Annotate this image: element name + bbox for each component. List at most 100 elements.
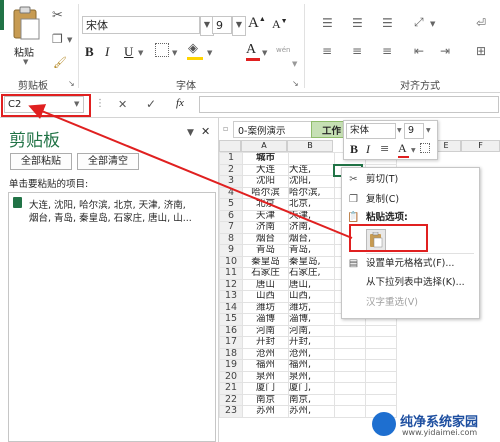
cell-b[interactable]: 山西, (288, 290, 335, 303)
cell-b[interactable]: 秦皇岛, (288, 255, 335, 268)
decrease-indent-icon[interactable]: ⇤ (414, 44, 424, 58)
cell[interactable] (365, 324, 397, 337)
menu-item-format-cells[interactable]: ▤ 设置单元格格式(F)... (342, 256, 479, 272)
cell-b[interactable]: 潍坊, (288, 301, 335, 314)
paste-button[interactable]: 粘贴 ▼ (8, 6, 44, 66)
row-header[interactable]: 21 (219, 382, 243, 395)
cell-b[interactable]: 北京, (288, 198, 335, 211)
phonetic-dropdown-icon[interactable]: ▼ (292, 60, 297, 68)
cell-b[interactable]: 石家庄, (288, 267, 335, 280)
borders-dropdown-icon[interactable]: ▼ (172, 49, 177, 57)
mini-font-box[interactable]: 宋体 (346, 123, 396, 139)
cell-b[interactable]: 河南, (288, 324, 335, 337)
cell[interactable] (365, 336, 397, 349)
align-center-icon[interactable]: ≡ (352, 44, 362, 58)
cell[interactable] (334, 324, 366, 337)
cell-a[interactable]: 烟台 (242, 232, 289, 245)
cell-a[interactable]: 河南 (242, 324, 289, 337)
cell-a[interactable]: 天津 (242, 209, 289, 222)
column-header-b[interactable]: B (287, 140, 333, 152)
align-bottom-icon[interactable]: ☰ (382, 16, 393, 30)
clipboard-item[interactable]: 大连, 沈阳, 哈尔滨, 北京, 天津, 济南, 烟台, 青岛, 秦皇岛, 石家… (8, 192, 216, 442)
cell-b[interactable]: 厦门, (288, 382, 335, 395)
cell[interactable] (334, 370, 366, 383)
enter-entry-icon[interactable]: ✓ (146, 97, 156, 111)
cell[interactable] (365, 370, 397, 383)
cell-b[interactable]: 济南, (288, 221, 335, 234)
menu-item-copy[interactable]: ❐ 复制(C) (342, 192, 479, 208)
mini-size-dropdown-icon[interactable]: ▼ (426, 127, 431, 134)
row-header[interactable]: 2 (219, 163, 243, 176)
cut-icon[interactable]: ✂ (52, 8, 63, 23)
cell-a[interactable]: 青岛 (242, 244, 289, 257)
cell-b[interactable]: 泉州, (288, 370, 335, 383)
cell-a[interactable]: 哈尔滨 (242, 186, 289, 199)
cell[interactable] (334, 359, 366, 372)
mini-font-color-dropdown-icon[interactable]: ▼ (411, 147, 416, 154)
row-header[interactable]: 22 (219, 393, 243, 406)
cell[interactable] (334, 347, 366, 360)
formula-input[interactable] (199, 96, 499, 113)
cell[interactable] (365, 382, 397, 395)
row-header[interactable]: 15 (219, 313, 243, 326)
cell-a[interactable]: 山西 (242, 290, 289, 303)
cell-a[interactable]: 唐山 (242, 278, 289, 291)
font-color-dropdown-icon[interactable]: ▼ (262, 49, 267, 57)
row-header[interactable]: 23 (219, 405, 243, 418)
row-header[interactable]: 9 (219, 244, 243, 257)
font-color-button[interactable]: A (246, 42, 260, 61)
row-header[interactable]: 13 (219, 290, 243, 303)
file-tab-edge[interactable] (0, 0, 4, 30)
row-header[interactable]: 11 (219, 267, 243, 280)
cell[interactable] (365, 359, 397, 372)
mini-borders-icon[interactable] (420, 143, 430, 153)
column-header-a[interactable]: A (241, 140, 287, 152)
cell[interactable] (365, 347, 397, 360)
orientation-dropdown-icon[interactable]: ▼ (430, 20, 435, 28)
row-header[interactable]: 8 (219, 232, 243, 245)
cell-b[interactable]: 天津, (288, 209, 335, 222)
cell-a[interactable]: 沈阳 (242, 175, 289, 188)
grow-font-button[interactable]: A▲ (248, 15, 266, 32)
shrink-font-button[interactable]: A▼ (272, 17, 288, 32)
cell-a[interactable]: 泉州 (242, 370, 289, 383)
row-header[interactable]: 20 (219, 370, 243, 383)
mini-font-color-button[interactable]: A (398, 141, 409, 158)
align-top-icon[interactable]: ☰ (322, 16, 333, 30)
cell-a[interactable]: 淄博 (242, 313, 289, 326)
menu-item-cut[interactable]: ✂ 剪切(T) (342, 172, 479, 188)
cell-b[interactable]: 沈阳, (288, 175, 335, 188)
row-header[interactable]: 19 (219, 359, 243, 372)
wrap-text-icon[interactable]: ⏎ (476, 16, 486, 30)
paste-all-button[interactable]: 全部粘贴 (10, 153, 72, 170)
cell-a[interactable]: 潍坊 (242, 301, 289, 314)
mini-bold-button[interactable]: B (350, 142, 358, 157)
merge-center-icon[interactable]: ⊞ (476, 44, 486, 58)
chevron-down-icon[interactable]: ▼ (23, 58, 28, 66)
phonetic-button[interactable]: wén (276, 44, 290, 55)
cell-a[interactable]: 开封 (242, 336, 289, 349)
cell-a[interactable]: 大连 (242, 163, 289, 176)
underline-dropdown-icon[interactable]: ▼ (138, 49, 143, 57)
cell-b[interactable]: 青岛, (288, 244, 335, 257)
cell-a[interactable]: 苏州 (242, 405, 289, 418)
format-painter-icon[interactable]: 🖌 (53, 56, 67, 69)
cell[interactable] (365, 393, 397, 406)
fill-color-dropdown-icon[interactable]: ▼ (207, 49, 212, 57)
mini-size-box[interactable]: 9 (404, 123, 424, 139)
cell-b[interactable]: 南京, (288, 393, 335, 406)
mini-align-button[interactable]: ≡ (380, 142, 389, 155)
row-header[interactable]: 16 (219, 324, 243, 337)
cell-a[interactable]: 福州 (242, 359, 289, 372)
sheet-tab-0[interactable]: 0-案例演示 (233, 121, 313, 138)
borders-icon[interactable] (155, 43, 169, 57)
row-header[interactable]: 12 (219, 278, 243, 291)
cell-a[interactable]: 厦门 (242, 382, 289, 395)
italic-button[interactable]: I (105, 44, 109, 60)
cell-a[interactable]: 南京 (242, 393, 289, 406)
cell-b[interactable]: 开封, (288, 336, 335, 349)
column-header-f[interactable]: F (461, 140, 500, 152)
row-header[interactable]: 5 (219, 198, 243, 211)
insert-function-button[interactable]: fx (176, 97, 184, 109)
font-name-box[interactable]: 宋体 (82, 16, 200, 34)
